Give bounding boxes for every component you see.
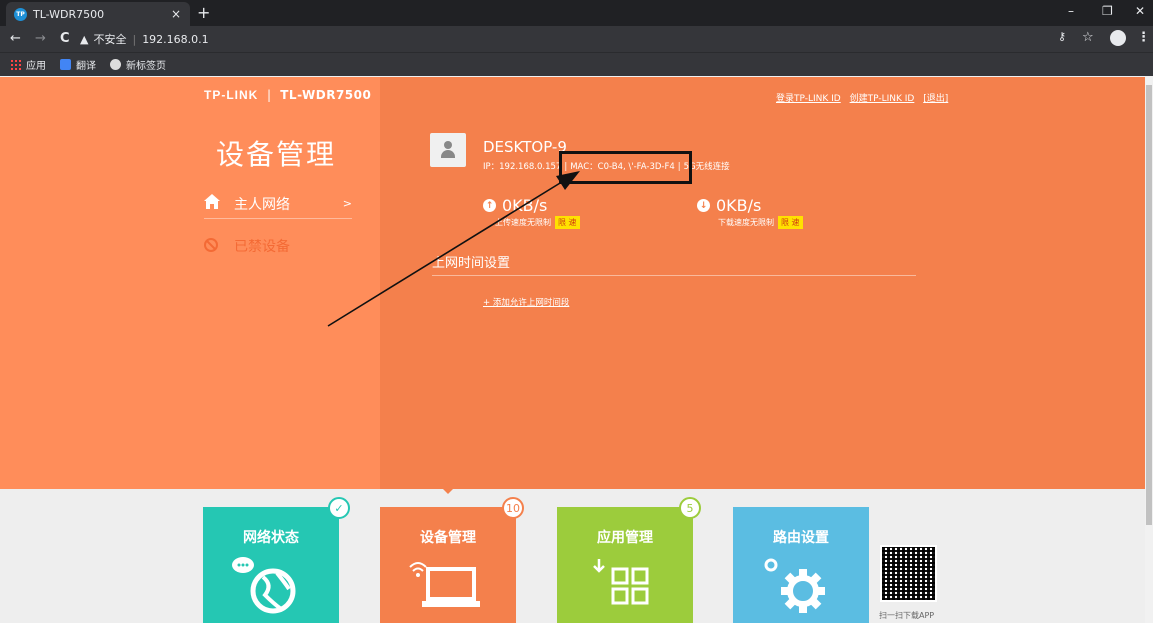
- laptop-wifi-icon: [409, 562, 480, 607]
- device-ip: IP：192.168.0.157: [483, 162, 562, 172]
- login-tplink-id-link[interactable]: 登录TP-LINK ID: [776, 94, 841, 104]
- browser-tab-strip: TP TL-WDR7500 × + – ❐ ✕: [0, 0, 1153, 26]
- upload-arrow-icon: ↑: [483, 199, 496, 212]
- brand-name: TP-LINK: [204, 88, 259, 102]
- upload-limit-button[interactable]: 限 速: [555, 216, 580, 229]
- download-speed: ↓ 0KB/s 下载速度无限制限 速: [697, 196, 803, 229]
- back-icon[interactable]: ←: [10, 31, 21, 46]
- warning-triangle-icon: ▲: [80, 32, 89, 46]
- globe-chat-icon: [232, 557, 296, 614]
- gear-icon: [764, 558, 825, 613]
- device-name: DESKTOP-9: [483, 138, 567, 156]
- home-icon: [204, 194, 222, 213]
- qr-code-image: [880, 545, 937, 602]
- app-count-badge: 5: [679, 497, 701, 519]
- model-name: TL-WDR7500: [280, 88, 372, 102]
- active-tile-pointer: [441, 487, 455, 494]
- tile-router-settings[interactable]: 路由设置: [733, 507, 869, 623]
- chevron-right-icon: >: [342, 197, 352, 210]
- minimize-icon[interactable]: –: [1068, 4, 1074, 18]
- upload-limit-label: 上传速度无限制: [495, 218, 551, 227]
- tab-close-icon[interactable]: ×: [168, 7, 184, 21]
- globe-icon: [110, 59, 121, 70]
- browser-tab[interactable]: TP TL-WDR7500 ×: [6, 2, 190, 26]
- add-time-slot-link[interactable]: + 添加允许上网时间段: [483, 296, 569, 308]
- tile-app-management[interactable]: 5 应用管理: [557, 497, 701, 623]
- reload-icon[interactable]: C: [60, 31, 70, 46]
- sidebar-title: 设备管理: [216, 138, 337, 171]
- download-value: 0KB/s: [716, 196, 762, 215]
- sidebar-item-host-network[interactable]: 主人网络 >: [204, 189, 352, 219]
- tile-device-management[interactable]: 10 设备管理: [380, 497, 524, 623]
- tile-label: 网络状态: [243, 530, 299, 546]
- tile-label: 路由设置: [773, 530, 829, 546]
- omnibox[interactable]: ▲ 不安全 | 192.168.0.1: [80, 29, 1080, 49]
- tile-label: 设备管理: [420, 530, 476, 546]
- scrollbar-thumb[interactable]: [1146, 85, 1152, 525]
- download-limit-button[interactable]: 限 速: [778, 216, 803, 229]
- new-tab-button[interactable]: +: [197, 3, 210, 22]
- logo-divider: |: [267, 88, 272, 102]
- sidebar-item-blocked-devices[interactable]: 已禁设备: [204, 231, 352, 261]
- tile-network-status[interactable]: ✓ 网络状态: [203, 497, 350, 623]
- profile-avatar-icon[interactable]: [1110, 30, 1126, 46]
- check-badge-icon: ✓: [328, 497, 350, 519]
- download-limit-label: 下载速度无限制: [718, 218, 774, 227]
- bookmark-label: 新标签页: [126, 61, 166, 72]
- bookmark-new-tab[interactable]: 新标签页: [110, 57, 166, 72]
- omnibox-divider: |: [132, 32, 137, 46]
- apps-grid-icon: [10, 59, 21, 70]
- device-count-badge: 10: [502, 497, 524, 519]
- bookmark-label: 应用: [26, 61, 46, 72]
- star-icon[interactable]: ☆: [1082, 30, 1094, 45]
- qr-code-label: 扫一扫下载APP: [879, 611, 935, 620]
- tile-label: 应用管理: [597, 530, 653, 546]
- close-window-icon[interactable]: ✕: [1135, 4, 1145, 18]
- menu-kebab-icon[interactable]: ⋮: [1137, 30, 1150, 45]
- upload-value: 0KB/s: [502, 196, 548, 215]
- bookmarks-bar: 应用 翻译 新标签页: [0, 52, 1153, 76]
- tab-title: TL-WDR7500: [33, 7, 105, 21]
- sidebar-item-label: 主人网络: [234, 196, 290, 213]
- account-links: 登录TP-LINK ID 创建TP-LINK ID [退出]: [776, 91, 954, 104]
- bookmark-translate[interactable]: 翻译: [60, 57, 96, 72]
- create-tplink-id-link[interactable]: 创建TP-LINK ID: [850, 94, 915, 104]
- page-scrollbar[interactable]: [1145, 77, 1153, 623]
- apps-download-icon: [593, 559, 649, 605]
- annotation-highlight-box: [559, 151, 692, 184]
- tp-link-favicon-icon: TP: [14, 7, 27, 21]
- bookmark-label: 翻译: [76, 61, 96, 72]
- ban-icon: [204, 237, 222, 256]
- schedule-section-title: 上网时间设置: [432, 256, 511, 271]
- url-text: 192.168.0.1: [142, 32, 209, 46]
- forward-icon[interactable]: →: [35, 31, 46, 46]
- sidebar-item-label: 已禁设备: [234, 239, 290, 255]
- security-label: 不安全: [93, 33, 127, 46]
- section-divider: [432, 275, 916, 276]
- address-bar: ← → C ▲ 不安全 | 192.168.0.1 ⚷ ☆ ⋮: [0, 26, 1153, 52]
- key-icon[interactable]: ⚷: [1058, 30, 1066, 43]
- device-avatar-icon: [430, 133, 466, 167]
- bookmark-apps[interactable]: 应用: [10, 57, 46, 72]
- upload-speed: ↑ 0KB/s 上传速度无限制限 速: [483, 196, 580, 229]
- tp-link-logo: TP-LINK | TL-WDR7500: [204, 88, 371, 102]
- restore-icon[interactable]: ❐: [1102, 4, 1113, 18]
- logout-link[interactable]: [退出]: [923, 94, 948, 104]
- download-arrow-icon: ↓: [697, 199, 710, 212]
- translate-icon: [60, 59, 71, 70]
